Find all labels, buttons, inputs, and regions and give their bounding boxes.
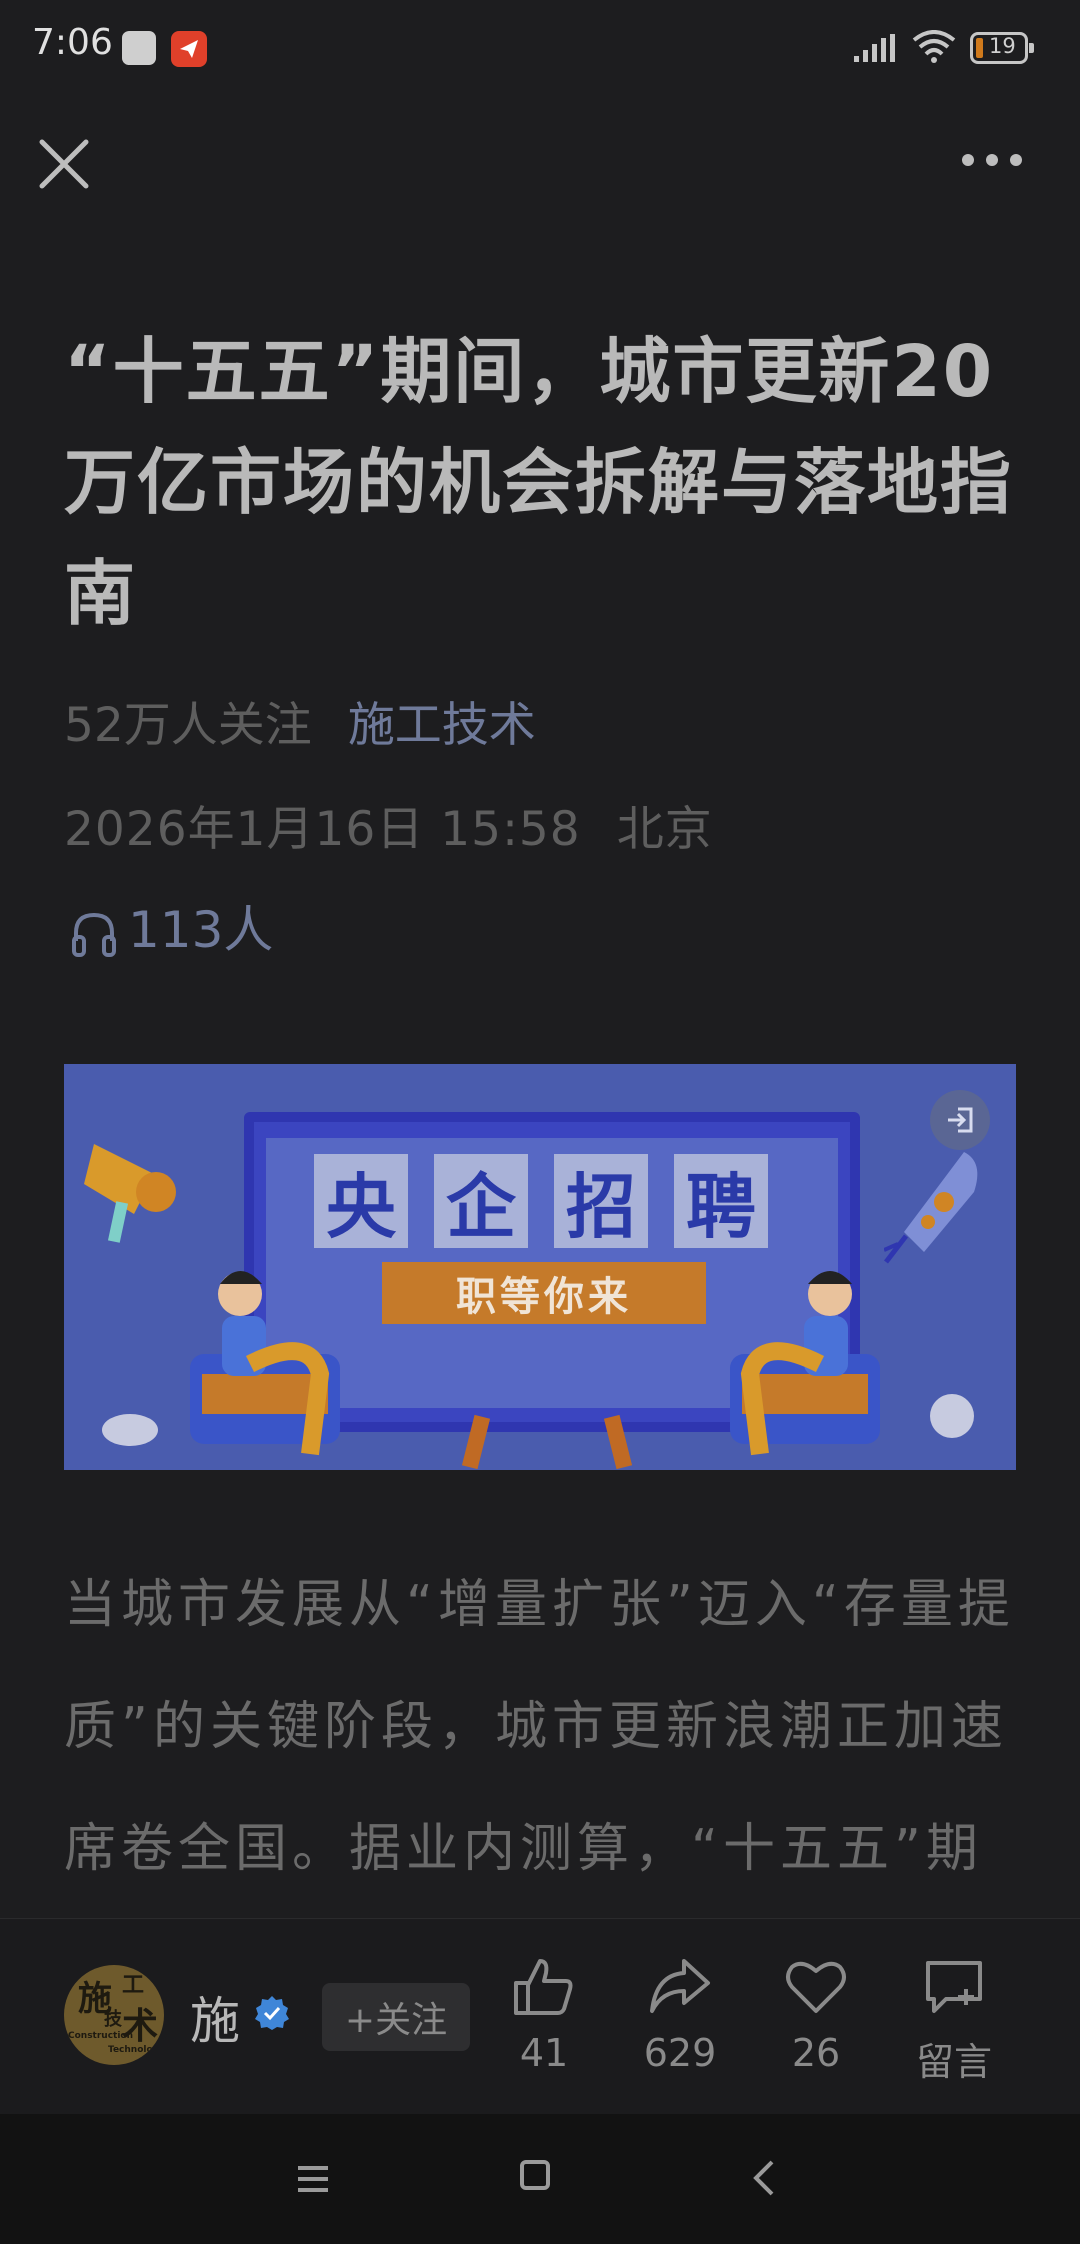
megaphone-icon <box>84 1144 176 1243</box>
exit-ad-icon[interactable] <box>930 1090 990 1150</box>
rocket-icon <box>884 1152 978 1264</box>
publish-location: 北京 <box>616 802 713 857</box>
share-count: 629 <box>643 2031 717 2075</box>
thumbs-up-icon <box>514 1959 573 2015</box>
battery-level: 19 <box>989 34 1016 58</box>
comment-label: 留言 <box>915 2040 992 2084</box>
action-bar: 施 工 技 术 Construction Technology 施 +关注 41… <box>0 1918 1080 2115</box>
comment-button[interactable]: 留言 <box>894 1957 1014 2086</box>
banner-slogan: 职等你来 <box>382 1262 706 1324</box>
battery-icon: 19 <box>970 32 1034 64</box>
close-icon[interactable] <box>34 134 94 194</box>
banner-char: 企 <box>434 1154 528 1248</box>
listen-button[interactable]: 113人 <box>70 890 273 962</box>
system-nav-bar <box>0 2114 1080 2244</box>
like-count: 41 <box>519 2031 569 2075</box>
article-title: “十五五”期间，城市更新20万亿市场的机会拆解与落地指南 <box>64 330 1014 635</box>
recruitment-banner[interactable]: 央 企 招 聘 职等你来 <box>64 1064 1016 1470</box>
status-bar: 7:06 19 <box>0 0 1080 96</box>
back-icon[interactable] <box>752 2158 776 2198</box>
author-name[interactable]: 施 <box>190 1981 240 2053</box>
author-avatar[interactable]: 施 工 技 术 Construction Technology <box>64 1965 164 2065</box>
menu-icon[interactable] <box>296 2164 330 2194</box>
listener-count: 113人 <box>128 901 274 959</box>
heart-icon <box>786 1961 846 2013</box>
wifi-icon <box>912 30 956 63</box>
like-button[interactable]: 41 <box>484 1957 604 2075</box>
favorite-button[interactable]: 26 <box>756 1957 876 2075</box>
more-options-icon[interactable] <box>958 150 1026 170</box>
notification-app-icon <box>122 31 156 65</box>
verified-icon <box>255 1996 289 2030</box>
headphones-icon <box>72 912 116 957</box>
followers-count: 52万人关注 <box>64 698 312 753</box>
person-left-illustration <box>190 1271 340 1456</box>
favorite-count: 26 <box>791 2031 841 2075</box>
paper-plane-app-icon <box>171 31 207 67</box>
follow-button[interactable]: +关注 <box>322 1983 470 2051</box>
banner-char: 聘 <box>674 1154 768 1248</box>
home-icon[interactable] <box>520 2160 550 2190</box>
signal-icon <box>854 34 895 62</box>
publish-info: 2026年1月16日 15:58 北京 <box>64 790 713 859</box>
share-arrow-icon <box>650 1959 710 2013</box>
comment-add-icon <box>926 1961 982 2013</box>
person-right-illustration <box>730 1271 880 1456</box>
status-time: 7:06 <box>32 22 113 63</box>
article-meta: 52万人关注 施工技术 <box>64 686 536 755</box>
banner-char: 央 <box>314 1154 408 1248</box>
channel-link[interactable]: 施工技术 <box>348 698 536 753</box>
publish-date: 2026年1月16日 15:58 <box>64 802 581 857</box>
ball-decoration <box>930 1394 974 1438</box>
banner-char: 招 <box>554 1154 648 1248</box>
share-button[interactable]: 629 <box>620 1957 740 2075</box>
banner-headline: 央 企 招 聘 <box>314 1154 768 1248</box>
ball-decoration <box>102 1414 158 1446</box>
